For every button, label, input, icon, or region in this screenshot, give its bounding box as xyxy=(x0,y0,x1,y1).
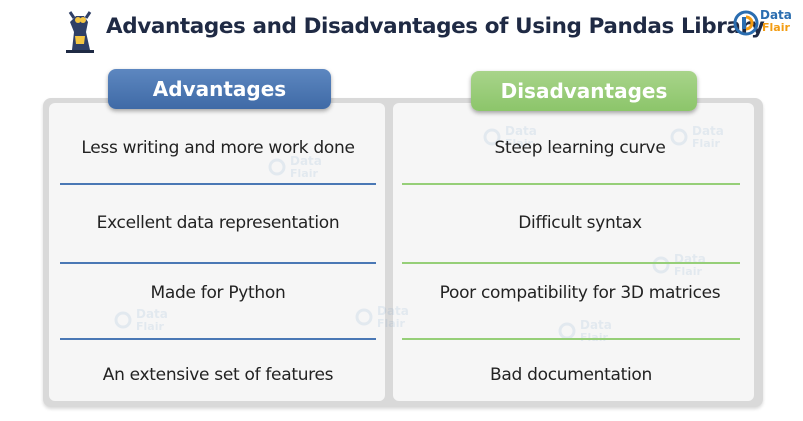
dataflair-logo-icon xyxy=(733,10,759,36)
disadvantages-heading: Disadvantages xyxy=(471,71,697,111)
watermark-logo-icon xyxy=(114,311,132,329)
divider xyxy=(402,183,740,185)
watermark-logo-icon xyxy=(652,256,670,274)
disadvantage-item: Difficult syntax xyxy=(518,213,642,233)
dataflair-logo: Data Flair xyxy=(733,8,797,38)
disadvantage-item: Poor compatibility for 3D matrices xyxy=(439,283,721,303)
advantage-item: An extensive set of features xyxy=(102,365,334,385)
watermark-logo-icon xyxy=(268,158,286,176)
disadvantage-item: Bad documentation xyxy=(490,365,652,385)
page-title: Advantages and Disadvantages of Using Pa… xyxy=(106,14,765,39)
divider xyxy=(402,338,740,340)
watermark: Data Flair xyxy=(114,305,184,335)
logo-text-flair: Flair xyxy=(762,21,790,34)
disadvantage-item: Steep learning curve xyxy=(494,138,666,158)
header: Advantages and Disadvantages of Using Pa… xyxy=(0,0,803,62)
advantages-heading: Advantages xyxy=(108,69,331,109)
divider xyxy=(60,183,376,185)
logo-text-data: Data xyxy=(760,8,792,22)
advantage-item: Made for Python xyxy=(150,283,286,303)
watermark: Data Flair xyxy=(652,250,722,280)
watermark: Data Flair xyxy=(558,316,628,346)
divider xyxy=(402,262,740,264)
divider xyxy=(60,338,376,340)
watermark: Data Flair xyxy=(355,302,425,332)
advantage-item: Less writing and more work done xyxy=(81,138,355,158)
advantage-item: Excellent data representation xyxy=(96,213,340,233)
divider xyxy=(60,262,376,264)
watermark-logo-icon xyxy=(355,308,373,326)
panda-icon xyxy=(66,11,94,53)
